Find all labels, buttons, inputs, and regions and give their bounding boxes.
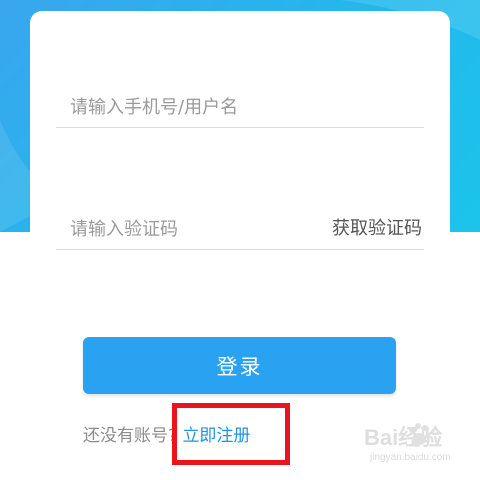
phone-field xyxy=(56,87,424,128)
phone-username-input[interactable] xyxy=(70,87,400,127)
register-prompt: 还没有账号? xyxy=(83,426,178,446)
watermark: Bai经验 jingyan.baidu.com xyxy=(364,420,476,472)
highlight-annotation-box xyxy=(172,403,290,465)
watermark-url: jingyan.baidu.com xyxy=(370,452,451,463)
get-code-button[interactable]: 获取验证码 xyxy=(332,209,422,249)
verification-code-input[interactable] xyxy=(70,209,300,249)
login-screen: 获取验证码 登录 还没有账号? 立即注册 Bai经验 jingyan.baidu… xyxy=(0,0,480,480)
paw-icon xyxy=(409,423,431,445)
code-field: 获取验证码 xyxy=(56,209,424,250)
login-button[interactable]: 登录 xyxy=(83,337,396,394)
